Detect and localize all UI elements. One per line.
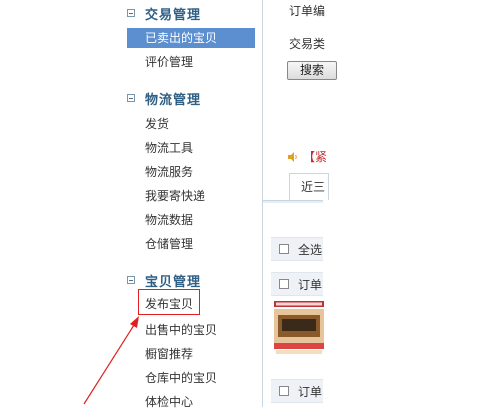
select-all-row: 全选 <box>271 237 323 261</box>
order-checkbox[interactable] <box>279 279 289 289</box>
search-button[interactable]: 搜索 <box>287 61 337 80</box>
order-label: 订单 <box>298 277 323 292</box>
sidebar-item-showcase[interactable]: 橱窗推荐 <box>145 344 193 364</box>
sidebar-item-in-warehouse[interactable]: 仓库中的宝贝 <box>145 368 217 388</box>
collapse-icon[interactable] <box>127 94 135 102</box>
sidebar-item-reviews[interactable]: 评价管理 <box>145 52 193 72</box>
sidebar-item-send-express[interactable]: 我要寄快递 <box>145 186 205 206</box>
sidebar-item-logistics-tools[interactable]: 物流工具 <box>145 138 193 158</box>
notice-bar[interactable]: 【紧 <box>287 148 327 165</box>
tab-recent[interactable]: 近三 <box>289 173 329 200</box>
order-checkbox[interactable] <box>279 386 289 396</box>
group-header-items[interactable]: 宝贝管理 <box>127 270 201 290</box>
sidebar-item-warehouse[interactable]: 仓储管理 <box>145 234 193 254</box>
sidebar-item-logistics-services[interactable]: 物流服务 <box>145 162 193 182</box>
highlight-annotation <box>138 289 200 315</box>
order-number-label: 订单编 <box>289 4 326 18</box>
collapse-icon[interactable] <box>127 276 135 284</box>
sidebar-item-logistics-data[interactable]: 物流数据 <box>145 210 193 230</box>
notice-text: 【紧 <box>303 150 328 164</box>
group-header-logistics[interactable]: 物流管理 <box>127 88 201 108</box>
order-row: 订单 <box>271 379 323 403</box>
speaker-icon <box>288 151 297 162</box>
sidebar-item-health-check[interactable]: 体检中心 <box>145 392 193 412</box>
group-title-items: 宝贝管理 <box>145 274 202 290</box>
select-all-checkbox[interactable] <box>279 244 289 254</box>
collapse-icon[interactable] <box>127 9 135 17</box>
order-row: 订单 <box>271 272 323 296</box>
select-all-label: 全选 <box>298 242 323 257</box>
sidebar-item-ship[interactable]: 发货 <box>145 114 169 134</box>
sidebar-item-sold-items[interactable]: 已卖出的宝贝 <box>127 28 255 48</box>
item-thumbnail[interactable] <box>274 301 324 355</box>
group-header-trade[interactable]: 交易管理 <box>127 3 201 23</box>
order-label: 订单 <box>298 384 323 399</box>
sidebar-item-on-sale[interactable]: 出售中的宝贝 <box>145 320 217 340</box>
group-title-logistics: 物流管理 <box>145 92 202 108</box>
tab-underlay <box>263 201 323 203</box>
group-title-trade: 交易管理 <box>145 7 202 23</box>
trade-type-label: 交易类 <box>289 37 326 51</box>
